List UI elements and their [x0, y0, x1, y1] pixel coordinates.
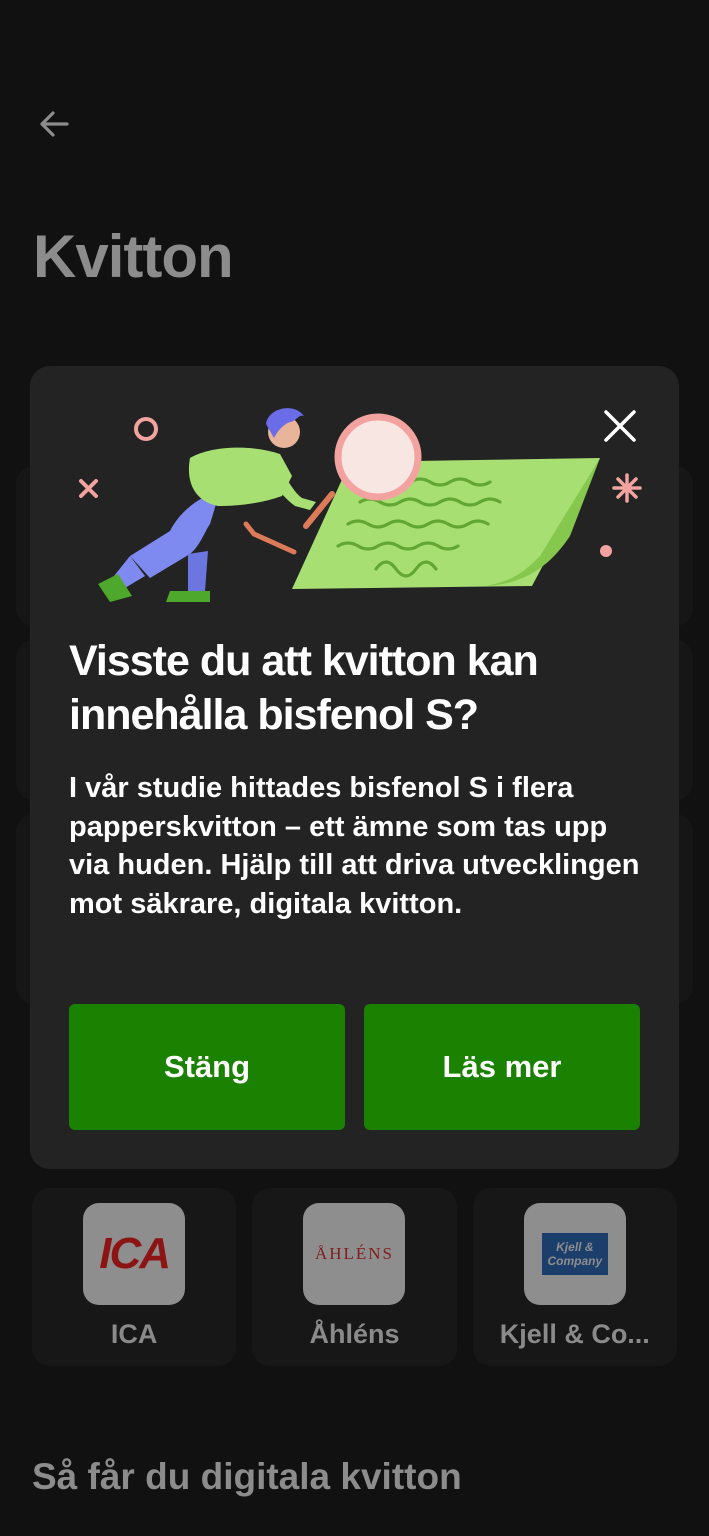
kjell-logo-box: Kjell & Company	[541, 1233, 608, 1275]
kjell-logo-line2: Company	[547, 1254, 603, 1268]
arrow-left-icon	[40, 111, 69, 137]
back-button[interactable]	[30, 100, 78, 148]
dialog-title: Visste du att kvitton kan innehålla bisf…	[69, 637, 539, 739]
ahlens-logo: ÅHLÉNS	[303, 1203, 406, 1305]
ahlens-logo-text: ÅHLÉNS	[314, 1244, 395, 1263]
read-more-button[interactable]: Läs mer	[364, 1004, 640, 1130]
kjell-logo-line1: Kjell &	[556, 1240, 594, 1254]
kjell-logo: Kjell & Company	[523, 1203, 626, 1305]
store-name: Kjell & Co...	[499, 1319, 650, 1349]
store-list: ICA ICA ÅHLÉNS Åhléns Kjell & Company Kj…	[32, 1188, 677, 1366]
section-title: Så får du digitala kvitton	[32, 1456, 462, 1497]
dialog-body: I vår studie hittades bisfenol S i flera…	[69, 772, 640, 920]
receipt-inspection-illustration	[79, 408, 642, 602]
store-name: Åhléns	[309, 1319, 400, 1349]
store-card-ahlens[interactable]: ÅHLÉNS Åhléns	[252, 1188, 457, 1366]
ica-logo-text: ICA	[99, 1229, 171, 1278]
store-name: ICA	[110, 1319, 158, 1349]
page-title: Kvitton	[33, 223, 234, 290]
ica-logo: ICA	[83, 1203, 186, 1305]
info-dialog: Visste du att kvitton kan innehålla bisf…	[30, 366, 679, 1169]
store-card-ica[interactable]: ICA ICA	[32, 1188, 237, 1366]
store-card-kjell[interactable]: Kjell & Company Kjell & Co...	[472, 1188, 677, 1366]
close-button[interactable]: Stäng	[69, 1004, 345, 1130]
